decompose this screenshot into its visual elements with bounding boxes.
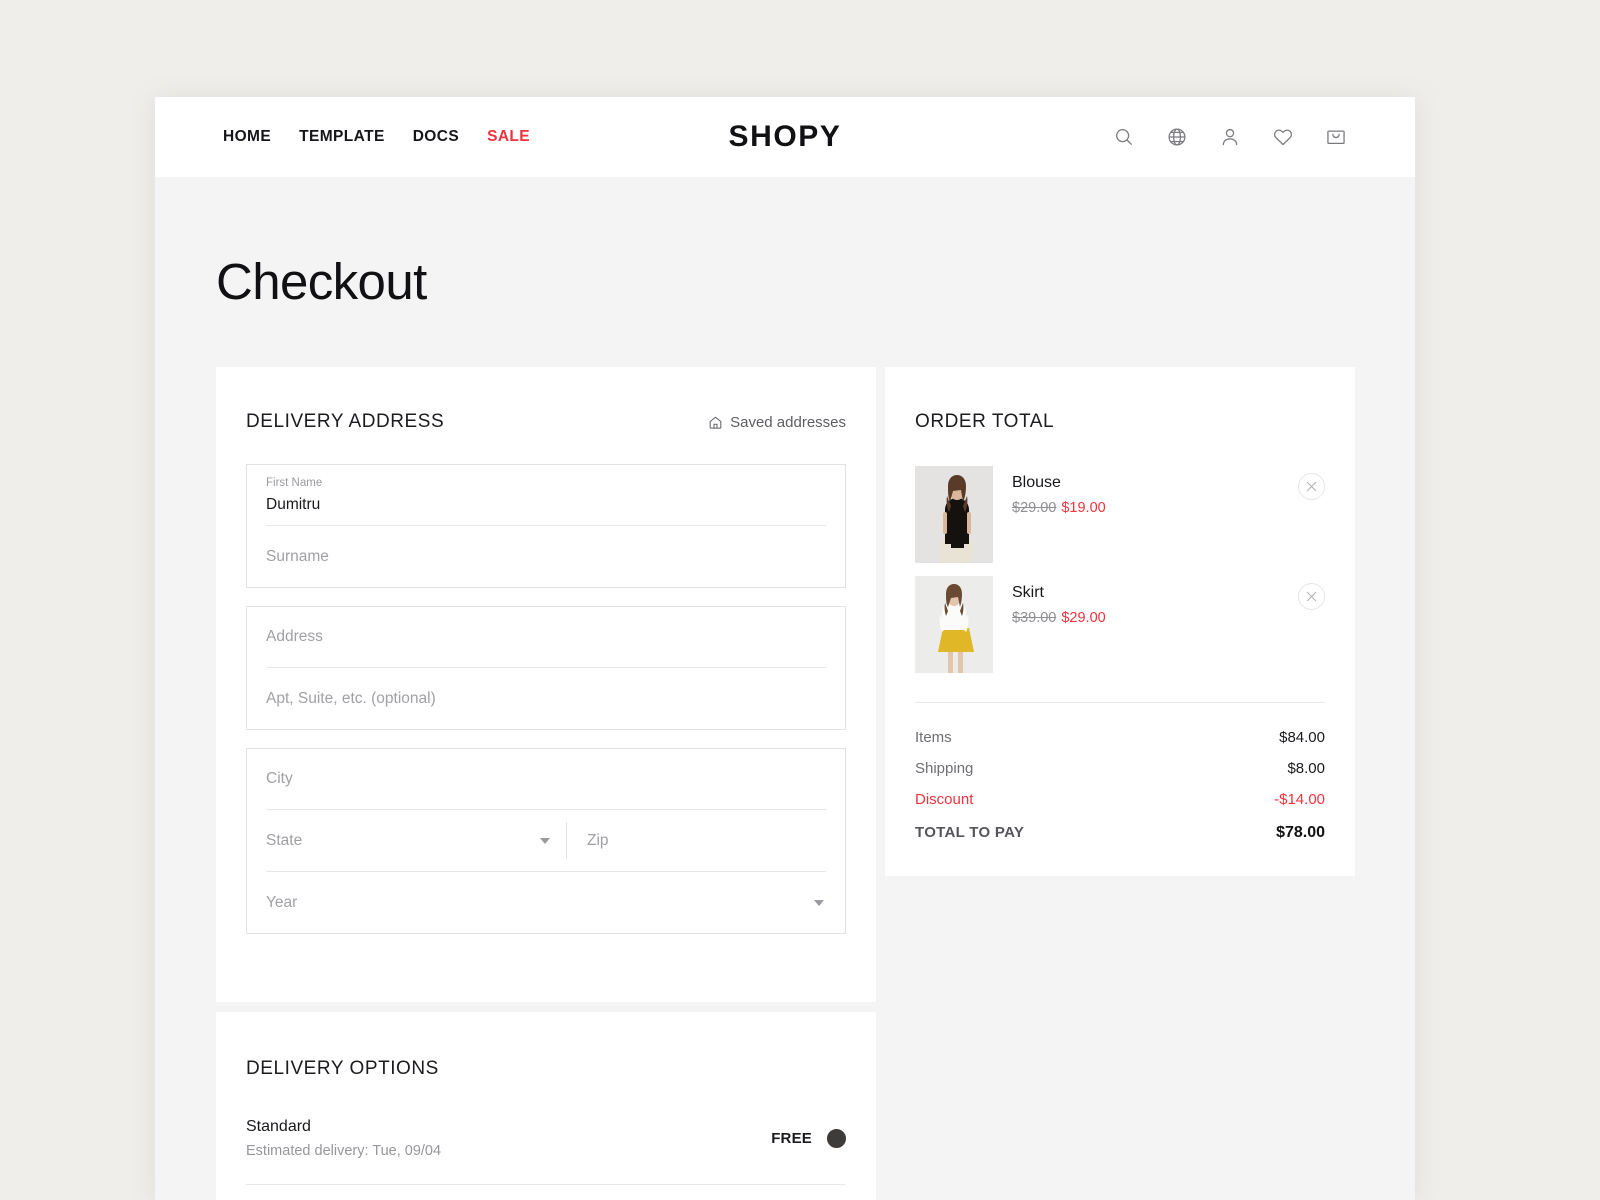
summary-row-total: TOTAL TO PAY $78.00	[915, 824, 1325, 842]
order-item-blouse-old-price: $29.00	[1012, 499, 1057, 516]
delivery-address-card: DELIVERY ADDRESS Saved addresses First N…	[216, 367, 876, 1002]
first-name-field[interactable]: First Name Dumitru	[266, 465, 826, 526]
summary-shipping-value: $8.00	[1287, 760, 1325, 777]
order-item-blouse: Blouse $29.00 $19.00	[915, 466, 1325, 563]
saved-addresses-button[interactable]: Saved addresses	[708, 414, 846, 431]
product-thumbnail-blouse[interactable]	[915, 466, 993, 563]
state-placeholder: State	[266, 831, 303, 849]
checkout-left-column: DELIVERY ADDRESS Saved addresses First N…	[216, 367, 876, 1200]
order-item-skirt-new-price: $29.00	[1061, 609, 1106, 626]
delivery-option-standard[interactable]: Standard Estimated delivery: Tue, 09/04 …	[246, 1116, 846, 1186]
order-item-skirt-info: Skirt $39.00 $29.00	[1012, 576, 1325, 628]
zip-placeholder: Zip	[587, 831, 609, 849]
shopping-bag-icon[interactable]	[1325, 126, 1347, 148]
city-placeholder: City	[266, 770, 293, 788]
summary-total-value: $78.00	[1276, 824, 1325, 841]
close-icon	[1306, 481, 1317, 492]
delivery-options-card: DELIVERY OPTIONS Standard Estimated deli…	[216, 1012, 876, 1200]
delivery-address-header: DELIVERY ADDRESS Saved addresses	[246, 411, 846, 433]
wishlist-heart-icon[interactable]	[1272, 126, 1294, 148]
zip-cell: Zip	[567, 810, 826, 871]
address-placeholder: Address	[266, 628, 323, 646]
state-cell: State	[266, 810, 566, 871]
order-total-card: ORDER TOTAL Blouse $29.00 $19.00 Skirt $…	[885, 367, 1355, 876]
nav-link-template[interactable]: TEMPLATE	[299, 128, 385, 146]
surname-placeholder: Surname	[266, 547, 329, 565]
chevron-down-icon	[814, 899, 824, 906]
checkout-right-column: ORDER TOTAL Blouse $29.00 $19.00 Skirt $…	[885, 367, 1355, 876]
order-item-skirt-name: Skirt	[1012, 584, 1044, 601]
nav-link-docs[interactable]: DOCS	[413, 128, 459, 146]
summary-discount-label: Discount	[915, 791, 974, 808]
first-name-label: First Name	[266, 477, 323, 489]
checkout-columns: DELIVERY ADDRESS Saved addresses First N…	[216, 367, 1355, 1200]
search-icon[interactable]	[1113, 126, 1135, 148]
delivery-option-standard-name: Standard	[246, 1118, 311, 1135]
main-navigation: HOME TEMPLATE DOCS SALE	[223, 128, 530, 146]
delivery-option-standard-radio[interactable]	[827, 1129, 846, 1149]
address-field-group: Address Apt, Suite, etc. (optional)	[246, 606, 846, 730]
delivery-option-standard-controls: FREE	[771, 1129, 846, 1149]
surname-field[interactable]: Surname	[266, 526, 826, 587]
year-select[interactable]: Year	[266, 872, 826, 933]
apt-placeholder: Apt, Suite, etc. (optional)	[266, 689, 436, 707]
zip-field[interactable]: Zip	[587, 810, 826, 871]
order-total-title: ORDER TOTAL	[915, 411, 1055, 432]
app-window: HOME TEMPLATE DOCS SALE SHOPY Checkout D…	[155, 97, 1415, 1200]
globe-icon[interactable]	[1166, 126, 1188, 148]
account-icon[interactable]	[1219, 126, 1241, 148]
delivery-option-standard-eta: Estimated delivery: Tue, 09/04	[246, 1142, 442, 1159]
delivery-options-title: DELIVERY OPTIONS	[246, 1058, 439, 1079]
order-summary-divider	[915, 702, 1325, 703]
remove-item-skirt-button[interactable]	[1298, 583, 1325, 610]
summary-row-shipping: Shipping $8.00	[915, 760, 1325, 777]
summary-row-items: Items $84.00	[915, 729, 1325, 746]
delivery-option-standard-text: Standard Estimated delivery: Tue, 09/04	[246, 1116, 441, 1161]
year-placeholder: Year	[266, 893, 298, 911]
address-field[interactable]: Address	[266, 607, 826, 668]
order-item-skirt-prices: $39.00 $29.00	[1012, 609, 1325, 628]
product-thumbnail-skirt[interactable]	[915, 576, 993, 673]
saved-addresses-label: Saved addresses	[730, 413, 846, 431]
location-field-group: City State Zip Year	[246, 748, 846, 934]
summary-discount-value: -$14.00	[1274, 791, 1325, 808]
page-body: Checkout DELIVERY ADDRESS Saved addresse…	[155, 177, 1415, 1200]
close-icon	[1306, 591, 1317, 602]
home-icon	[708, 415, 723, 430]
order-item-blouse-new-price: $19.00	[1061, 499, 1106, 516]
order-item-skirt-old-price: $39.00	[1012, 609, 1057, 626]
nav-link-sale[interactable]: SALE	[487, 128, 530, 146]
order-item-skirt: Skirt $39.00 $29.00	[915, 576, 1325, 673]
apt-field[interactable]: Apt, Suite, etc. (optional)	[266, 668, 826, 729]
summary-total-label: TOTAL TO PAY	[915, 824, 1025, 841]
header-icon-group	[1113, 126, 1347, 148]
delivery-option-standard-price: FREE	[771, 1130, 812, 1148]
nav-link-home[interactable]: HOME	[223, 128, 271, 146]
order-item-blouse-info: Blouse $29.00 $19.00	[1012, 466, 1325, 518]
delivery-address-title: DELIVERY ADDRESS	[246, 411, 445, 432]
delivery-option-express[interactable]: Express Estimated delivery: Tue, 09/04 $…	[246, 1185, 846, 1200]
state-select[interactable]: State	[266, 810, 552, 871]
name-field-group: First Name Dumitru Surname	[246, 464, 846, 588]
first-name-value: Dumitru	[266, 495, 321, 513]
summary-shipping-label: Shipping	[915, 760, 974, 777]
summary-items-label: Items	[915, 729, 952, 746]
chevron-down-icon	[540, 837, 550, 844]
order-item-blouse-name: Blouse	[1012, 474, 1061, 491]
state-zip-row: State Zip	[266, 810, 826, 872]
summary-items-value: $84.00	[1279, 729, 1325, 746]
page-title: Checkout	[216, 253, 427, 310]
summary-row-discount: Discount -$14.00	[915, 791, 1325, 808]
remove-item-blouse-button[interactable]	[1298, 473, 1325, 500]
order-item-blouse-prices: $29.00 $19.00	[1012, 499, 1325, 518]
city-field[interactable]: City	[266, 749, 826, 810]
site-header: HOME TEMPLATE DOCS SALE SHOPY	[155, 97, 1415, 177]
